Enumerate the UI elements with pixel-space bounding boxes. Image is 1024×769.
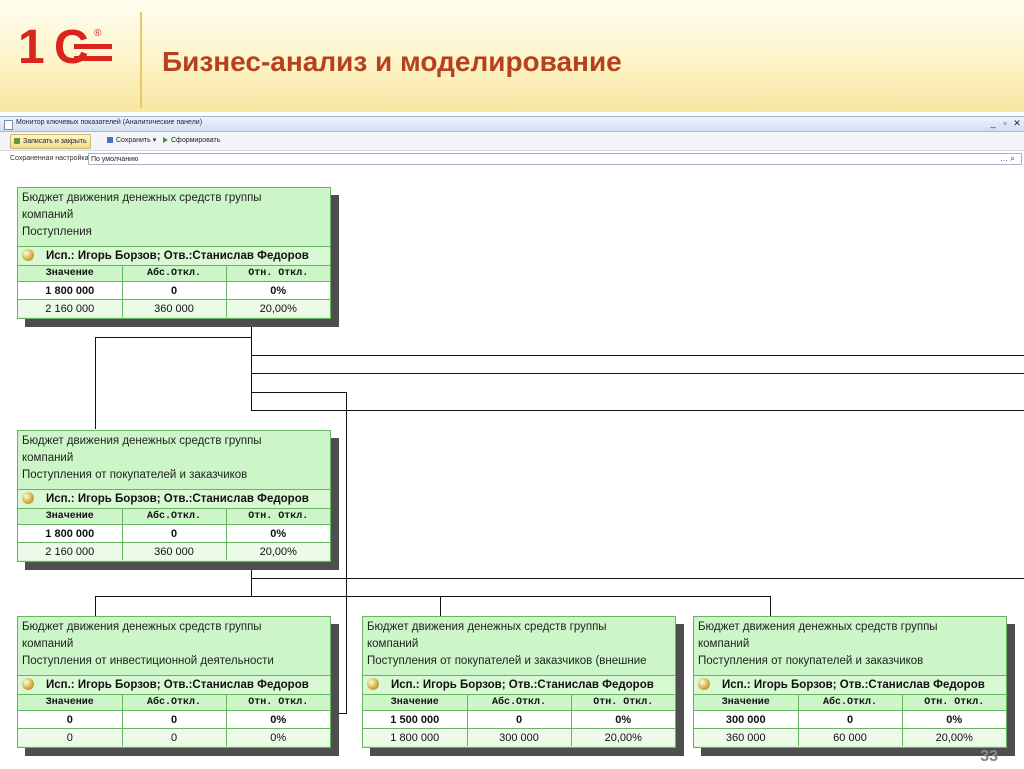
kpi-panel[interactable]: Бюджет движения денежных средств группы к… [362, 616, 676, 748]
saved-setting-input[interactable] [88, 153, 1022, 165]
connector-line [95, 337, 96, 429]
restore-button[interactable]: ▫ [1000, 118, 1010, 129]
column-header: Отн. Откл. [902, 695, 1006, 711]
kpi-panel[interactable]: Бюджет движения денежных средств группы к… [17, 616, 331, 748]
status-indicator-icon [367, 678, 379, 690]
column-header: Абс.Откл. [467, 695, 572, 711]
close-button[interactable]: ✕ [1012, 118, 1022, 129]
connector-line [95, 337, 252, 338]
column-header: Отн. Откл. [571, 695, 675, 711]
column-header: Значение [694, 695, 799, 711]
save-and-close-button[interactable]: Записать и закрыть [10, 134, 91, 149]
check-icon [14, 138, 20, 144]
document-icon [4, 120, 13, 130]
panel-title: Бюджет движения денежных средств группы к… [367, 621, 647, 667]
panel-title: Бюджет движения денежных средств группы к… [698, 621, 938, 667]
slide-title: Бизнес-анализ и моделирование [162, 46, 622, 77]
table-row: 360 000 60 000 20,00% [694, 728, 1006, 746]
column-header: Абс.Откл. [122, 509, 227, 525]
connector-line [251, 392, 347, 393]
save-and-close-label: Записать и закрыть [23, 138, 87, 145]
header-divider [140, 12, 142, 108]
settings-select-buttons[interactable]: … ⌕ [1000, 154, 1015, 164]
minimize-button[interactable]: _ [988, 118, 998, 129]
kpi-table: Значение Абс.Откл. Отн. Откл. 1 500 000 0 0%… [363, 695, 675, 746]
page-number: 33 [980, 748, 998, 765]
panel-title: Бюджет движения денежных средств группы к… [22, 435, 262, 481]
table-row: 0 0 0% [18, 728, 330, 746]
status-indicator-icon [22, 492, 34, 504]
kpi-panel[interactable]: Бюджет движения денежных средств группы к… [17, 187, 331, 319]
settings-row: Сохраненная настройка: … ⌕ [0, 151, 1024, 167]
column-header: Значение [18, 266, 123, 282]
connector-line [251, 355, 1024, 356]
connector-line [251, 596, 771, 597]
panel-responsible: Исп.: Игорь Борзов; Отв.:Станислав Федор… [363, 675, 675, 695]
kpi-table: Значение Абс.Откл. Отн. Откл. 1 800 000 0 0%… [18, 266, 330, 317]
panel-responsible: Исп.: Игорь Борзов; Отв.:Станислав Федор… [18, 246, 330, 266]
connector-line [251, 410, 1024, 411]
kpi-panel[interactable]: Бюджет движения денежных средств группы к… [17, 430, 331, 562]
table-row: 2 160 000 360 000 20,00% [18, 299, 330, 317]
table-row: 1 800 000 0 0% [18, 524, 330, 543]
kpi-table: Значение Абс.Откл. Отн. Откл. 0 0 0% 0 0 0% [18, 695, 330, 746]
connector-line [251, 578, 1024, 579]
column-header: Абс.Откл. [122, 695, 227, 711]
column-header: Абс.Откл. [798, 695, 903, 711]
table-row: 1 800 000 0 0% [18, 281, 330, 300]
connector-line [95, 596, 96, 616]
column-header: Значение [18, 695, 123, 711]
column-header: Отн. Откл. [226, 509, 330, 525]
slide-header: 1С ® Бизнес-анализ и моделирование [0, 0, 1024, 112]
table-row: 0 0 0% [18, 710, 330, 729]
table-row: 300 000 0 0% [694, 710, 1006, 729]
status-indicator-icon [22, 249, 34, 261]
connector-line [770, 596, 771, 616]
window-title: Монитор ключевых показателей (Аналитичес… [16, 119, 203, 126]
toolbar: Записать и закрыть Сохранить ▾ Сформиров… [0, 132, 1024, 151]
window-title-bar: Монитор ключевых показателей (Аналитичес… [0, 117, 1024, 132]
column-header: Отн. Откл. [226, 266, 330, 282]
generate-button[interactable]: Сформировать [160, 134, 223, 147]
panel-responsible: Исп.: Игорь Борзов; Отв.:Станислав Федор… [18, 675, 330, 695]
kpi-table: Значение Абс.Откл. Отн. Откл. 300 000 0 0% 3… [694, 695, 1006, 746]
connector-line [95, 596, 252, 597]
kpi-table: Значение Абс.Откл. Отн. Откл. 1 800 000 0 0%… [18, 509, 330, 560]
floppy-icon [107, 137, 113, 143]
generate-label: Сформировать [171, 137, 221, 144]
column-header: Абс.Откл. [122, 266, 227, 282]
table-row: 1 500 000 0 0% [363, 710, 675, 729]
column-header: Значение [18, 509, 123, 525]
connector-line [440, 596, 441, 616]
saved-setting-label: Сохраненная настройка: [10, 155, 91, 162]
search-icon[interactable]: ⌕ [1010, 154, 1014, 163]
connector-line [346, 392, 347, 714]
1c-logo: 1С ® [18, 21, 118, 74]
column-header: Значение [363, 695, 468, 711]
panel-title: Бюджет движения денежных средств группы к… [22, 621, 274, 667]
table-row: 1 800 000 300 000 20,00% [363, 728, 675, 746]
play-icon [163, 137, 168, 143]
status-indicator-icon [22, 678, 34, 690]
panel-responsible: Исп.: Игорь Борзов; Отв.:Станислав Федор… [18, 489, 330, 509]
connector-line [251, 373, 1024, 374]
panel-title: Бюджет движения денежных средств группы к… [22, 192, 262, 238]
status-indicator-icon [698, 678, 710, 690]
save-label: Сохранить ▾ [116, 137, 157, 144]
connector-line [330, 713, 347, 714]
save-button[interactable]: Сохранить ▾ [104, 134, 159, 147]
panel-responsible: Исп.: Игорь Борзов; Отв.:Станислав Федор… [694, 675, 1006, 695]
kpi-panel[interactable]: Бюджет движения денежных средств группы к… [693, 616, 1007, 748]
column-header: Отн. Откл. [226, 695, 330, 711]
connector-line [251, 320, 252, 411]
table-row: 2 160 000 360 000 20,00% [18, 542, 330, 560]
